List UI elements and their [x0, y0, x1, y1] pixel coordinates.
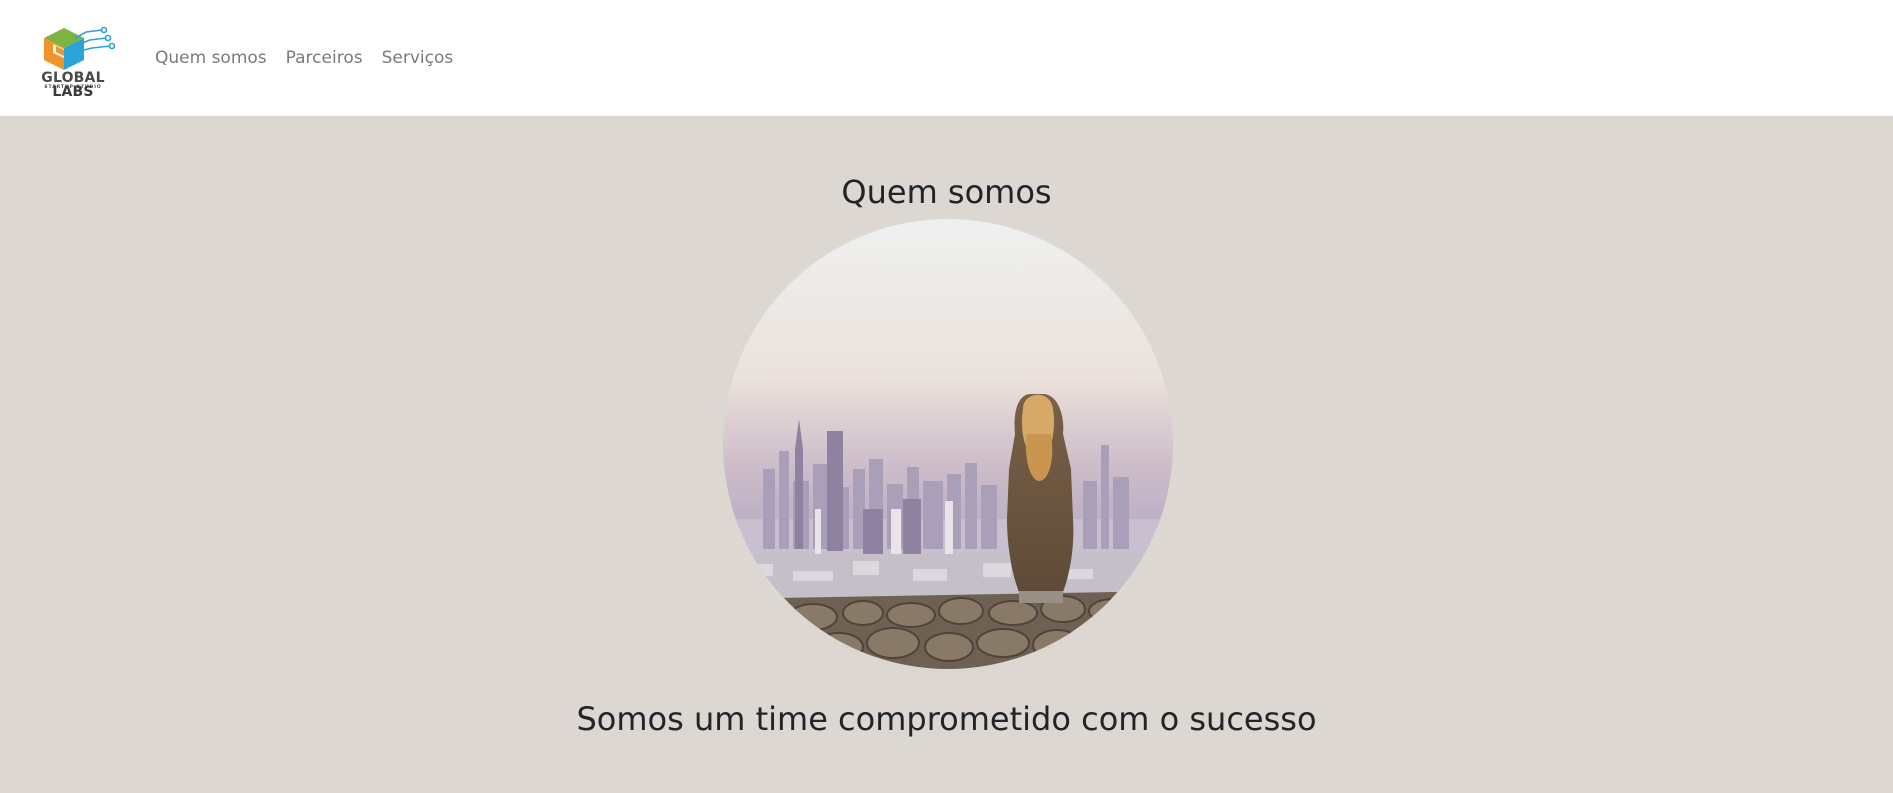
global-labs-logo[interactable]: GLOBAL LABS STARTUP STUDIO [20, 18, 126, 99]
nav-link-quem-somos[interactable]: Quem somos [155, 48, 267, 68]
page-title: Quem somos [841, 173, 1052, 211]
main-nav: Quem somos Parceiros Serviços [155, 48, 472, 68]
cube-logo-icon [44, 26, 116, 70]
nav-link-servicos[interactable]: Serviços [382, 48, 454, 68]
logo-tagline: STARTUP STUDIO [44, 85, 102, 90]
woman-overlooking-city-photo-icon [723, 219, 1173, 669]
hero-subtitle: Somos um time comprometido com o sucesso [576, 700, 1317, 738]
hero-section: Quem somos Somos um time comprometido co… [0, 116, 1893, 793]
nav-link-parceiros[interactable]: Parceiros [286, 48, 363, 68]
navbar: GLOBAL LABS STARTUP STUDIO Quem somos Pa… [0, 0, 1893, 116]
hero-image [723, 219, 1173, 669]
